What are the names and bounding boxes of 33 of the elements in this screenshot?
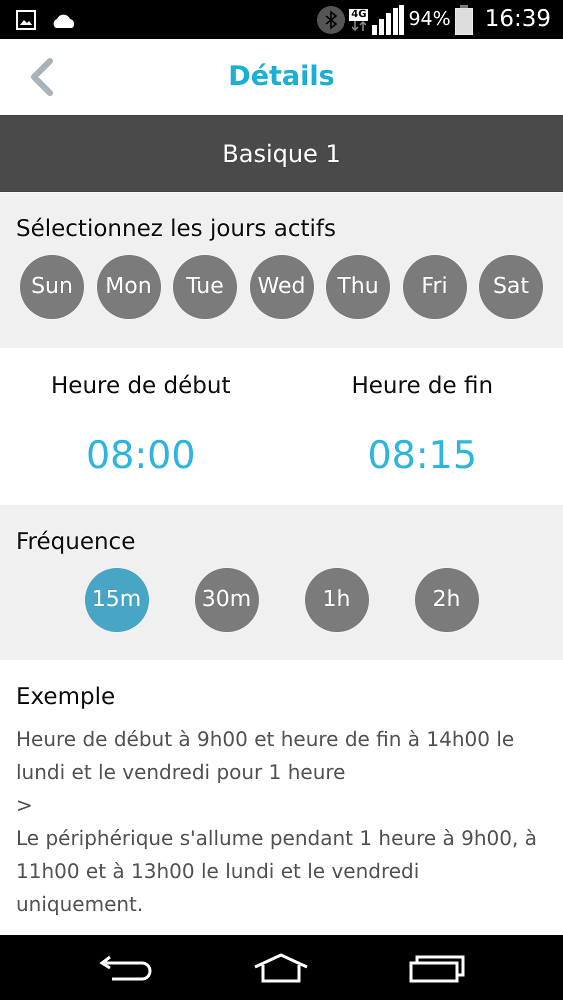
network-type: 4G xyxy=(349,8,368,20)
clock: 16:39 xyxy=(484,5,551,34)
time-label: Heure de fin xyxy=(351,372,494,401)
frequency-option[interactable]: 1h xyxy=(304,568,368,632)
frequency-option[interactable]: 15m xyxy=(84,568,148,632)
day-toggle[interactable]: Wed xyxy=(250,254,314,318)
recent-apps-button[interactable] xyxy=(409,952,466,982)
section-label: Sélectionnez les jours actifs xyxy=(16,215,337,244)
end-time[interactable]: 08:15 xyxy=(367,427,477,484)
day-toggle[interactable]: Sat xyxy=(479,254,543,318)
battery-percent: 94% xyxy=(408,7,451,32)
page-title: Détails xyxy=(228,60,335,94)
day-toggle[interactable]: Mon xyxy=(96,254,160,318)
battery-icon xyxy=(454,4,473,34)
bluetooth-icon xyxy=(317,6,346,34)
day-toggle[interactable]: Tue xyxy=(173,254,237,318)
home-button[interactable] xyxy=(253,952,310,982)
example-text: Heure de début à 9h00 et heure de fin à 14h00 le lundi et le vendredi pour 1 heure xyxy=(16,726,516,786)
day-toggle[interactable]: Fri xyxy=(402,254,466,318)
start-time[interactable]: 08:00 xyxy=(86,427,196,484)
example-title: Exemple xyxy=(16,683,116,712)
section-label: Fréquence xyxy=(16,528,136,557)
signal-icon xyxy=(372,4,404,34)
example-text: > xyxy=(16,792,34,818)
frequency-option[interactable]: 2h xyxy=(414,568,478,632)
frequency-option[interactable]: 30m xyxy=(194,568,258,632)
section-title: Basique 1 xyxy=(222,138,341,170)
example-text: Le périphérique s'allume pendant 1 heure à 9h00, à 11h00 et à 13h00 le lundi et le vendredi uniquement. xyxy=(16,824,538,918)
day-toggle[interactable]: Thu xyxy=(326,254,390,318)
image-icon xyxy=(16,10,36,30)
data-arrows-icon xyxy=(352,20,366,30)
time-label: Heure de début xyxy=(51,372,230,401)
day-toggle[interactable]: Sun xyxy=(20,254,84,318)
